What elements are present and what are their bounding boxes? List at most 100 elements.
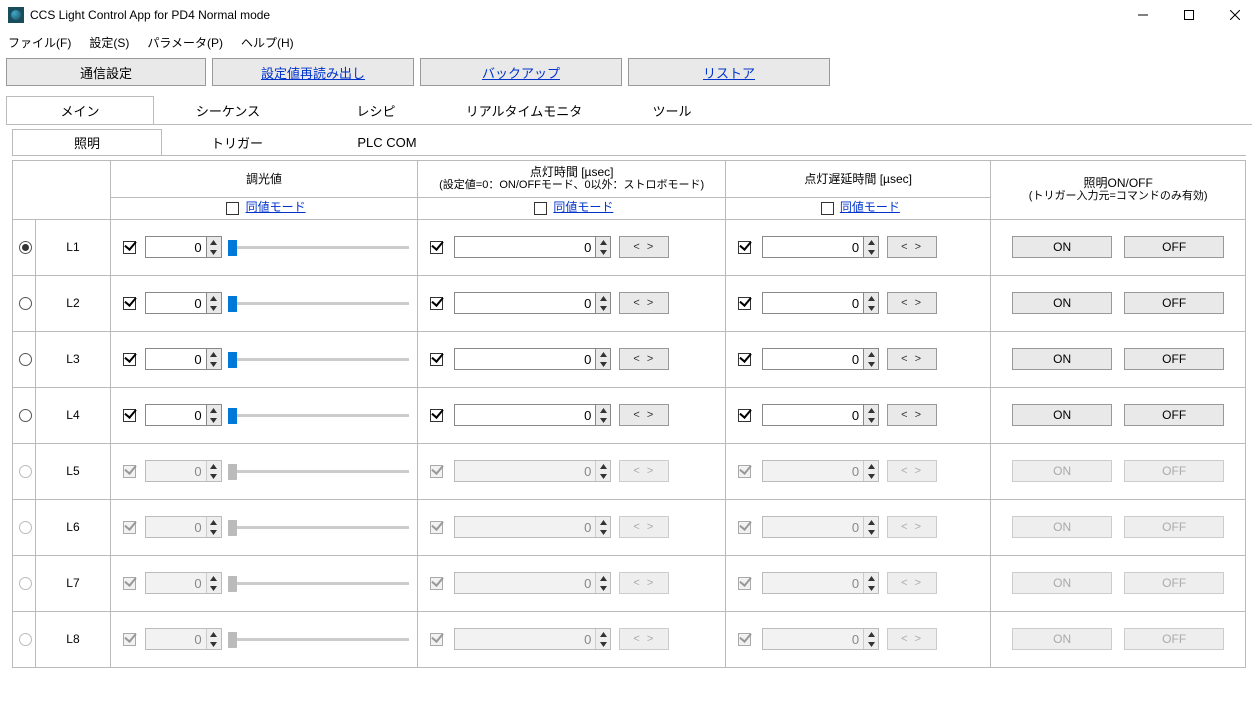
lt-enable-checkbox[interactable] bbox=[430, 297, 443, 310]
row-select-radio[interactable] bbox=[19, 353, 32, 366]
dim-slider[interactable] bbox=[228, 350, 410, 368]
reread-button[interactable]: 設定値再読み出し bbox=[212, 58, 414, 86]
delay-expand-button[interactable]: < > bbox=[887, 236, 937, 258]
dim-slider[interactable] bbox=[228, 294, 410, 312]
off-button[interactable]: OFF bbox=[1124, 292, 1224, 314]
delay-expand-button[interactable]: < > bbox=[887, 292, 937, 314]
lt-spinner[interactable] bbox=[454, 292, 611, 314]
tab-sequence[interactable]: シーケンス bbox=[154, 96, 302, 124]
off-button[interactable]: OFF bbox=[1124, 236, 1224, 258]
spin-up-icon[interactable] bbox=[864, 405, 878, 415]
spin-up-icon[interactable] bbox=[864, 349, 878, 359]
same-mode-dim-checkbox[interactable] bbox=[226, 202, 239, 215]
row-select-radio[interactable] bbox=[19, 409, 32, 422]
lt-expand-button[interactable]: < > bbox=[619, 292, 669, 314]
menu-file[interactable]: ファイル(F) bbox=[8, 34, 71, 51]
restore-button[interactable]: リストア bbox=[628, 58, 830, 86]
delay-enable-checkbox[interactable] bbox=[738, 353, 751, 366]
spin-down-icon[interactable] bbox=[864, 247, 878, 257]
lt-enable-checkbox[interactable] bbox=[430, 353, 443, 366]
same-mode-lt-checkbox[interactable] bbox=[534, 202, 547, 215]
subtab-trigger[interactable]: トリガー bbox=[162, 129, 312, 155]
dim-spinner[interactable] bbox=[145, 348, 222, 370]
lt-input[interactable] bbox=[455, 293, 595, 313]
lt-enable-checkbox[interactable] bbox=[430, 241, 443, 254]
spin-up-icon[interactable] bbox=[207, 237, 221, 247]
dim-spinner[interactable] bbox=[145, 236, 222, 258]
row-select-radio[interactable] bbox=[19, 297, 32, 310]
spin-down-icon[interactable] bbox=[207, 415, 221, 425]
lt-spinner[interactable] bbox=[454, 348, 611, 370]
delay-enable-checkbox[interactable] bbox=[738, 241, 751, 254]
spin-up-icon[interactable] bbox=[864, 237, 878, 247]
delay-input[interactable] bbox=[763, 349, 863, 369]
spin-down-icon[interactable] bbox=[596, 303, 610, 313]
lt-expand-button[interactable]: < > bbox=[619, 348, 669, 370]
lt-enable-checkbox[interactable] bbox=[430, 409, 443, 422]
spin-down-icon[interactable] bbox=[596, 359, 610, 369]
menu-params[interactable]: パラメータ(P) bbox=[147, 34, 223, 51]
spin-up-icon[interactable] bbox=[596, 293, 610, 303]
off-button[interactable]: OFF bbox=[1124, 348, 1224, 370]
subtab-plc[interactable]: PLC COM bbox=[312, 129, 462, 155]
close-button[interactable] bbox=[1212, 0, 1258, 30]
delay-input[interactable] bbox=[763, 237, 863, 257]
dim-input[interactable] bbox=[146, 349, 206, 369]
maximize-button[interactable] bbox=[1166, 0, 1212, 30]
delay-expand-button[interactable]: < > bbox=[887, 404, 937, 426]
lt-spinner[interactable] bbox=[454, 404, 611, 426]
tab-recipe[interactable]: レシピ bbox=[302, 96, 450, 124]
lt-input[interactable] bbox=[455, 405, 595, 425]
dim-spinner[interactable] bbox=[145, 292, 222, 314]
lt-expand-button[interactable]: < > bbox=[619, 404, 669, 426]
lt-input[interactable] bbox=[455, 349, 595, 369]
dim-input[interactable] bbox=[146, 405, 206, 425]
delay-expand-button[interactable]: < > bbox=[887, 348, 937, 370]
minimize-button[interactable] bbox=[1120, 0, 1166, 30]
dim-spinner[interactable] bbox=[145, 404, 222, 426]
delay-spinner[interactable] bbox=[762, 348, 879, 370]
spin-up-icon[interactable] bbox=[596, 237, 610, 247]
tab-main[interactable]: メイン bbox=[6, 96, 154, 124]
menu-settings[interactable]: 設定(S) bbox=[89, 34, 129, 51]
on-button[interactable]: ON bbox=[1012, 348, 1112, 370]
delay-enable-checkbox[interactable] bbox=[738, 297, 751, 310]
spin-up-icon[interactable] bbox=[207, 349, 221, 359]
tab-realtime[interactable]: リアルタイムモニタ bbox=[450, 96, 598, 124]
spin-up-icon[interactable] bbox=[864, 293, 878, 303]
spin-down-icon[interactable] bbox=[596, 247, 610, 257]
dim-enable-checkbox[interactable] bbox=[123, 409, 136, 422]
lt-expand-button[interactable]: < > bbox=[619, 236, 669, 258]
spin-down-icon[interactable] bbox=[596, 415, 610, 425]
spin-down-icon[interactable] bbox=[864, 415, 878, 425]
subtab-light[interactable]: 照明 bbox=[12, 129, 162, 155]
delay-spinner[interactable] bbox=[762, 404, 879, 426]
delay-enable-checkbox[interactable] bbox=[738, 409, 751, 422]
off-button[interactable]: OFF bbox=[1124, 404, 1224, 426]
dim-input[interactable] bbox=[146, 293, 206, 313]
dim-input[interactable] bbox=[146, 237, 206, 257]
delay-input[interactable] bbox=[763, 293, 863, 313]
same-mode-dim-label[interactable]: 同値モード bbox=[246, 200, 306, 214]
menu-help[interactable]: ヘルプ(H) bbox=[241, 34, 294, 51]
dim-slider[interactable] bbox=[228, 406, 410, 424]
spin-up-icon[interactable] bbox=[596, 349, 610, 359]
same-mode-lt-label[interactable]: 同値モード bbox=[553, 200, 613, 214]
delay-input[interactable] bbox=[763, 405, 863, 425]
backup-button[interactable]: バックアップ bbox=[420, 58, 622, 86]
tab-tool[interactable]: ツール bbox=[598, 96, 746, 124]
on-button[interactable]: ON bbox=[1012, 404, 1112, 426]
spin-up-icon[interactable] bbox=[596, 405, 610, 415]
spin-up-icon[interactable] bbox=[207, 405, 221, 415]
spin-down-icon[interactable] bbox=[207, 303, 221, 313]
row-select-radio[interactable] bbox=[19, 241, 32, 254]
spin-down-icon[interactable] bbox=[207, 247, 221, 257]
spin-up-icon[interactable] bbox=[207, 293, 221, 303]
lt-input[interactable] bbox=[455, 237, 595, 257]
dim-enable-checkbox[interactable] bbox=[123, 353, 136, 366]
on-button[interactable]: ON bbox=[1012, 236, 1112, 258]
dim-slider[interactable] bbox=[228, 238, 410, 256]
spin-down-icon[interactable] bbox=[207, 359, 221, 369]
lt-spinner[interactable] bbox=[454, 236, 611, 258]
dim-enable-checkbox[interactable] bbox=[123, 297, 136, 310]
